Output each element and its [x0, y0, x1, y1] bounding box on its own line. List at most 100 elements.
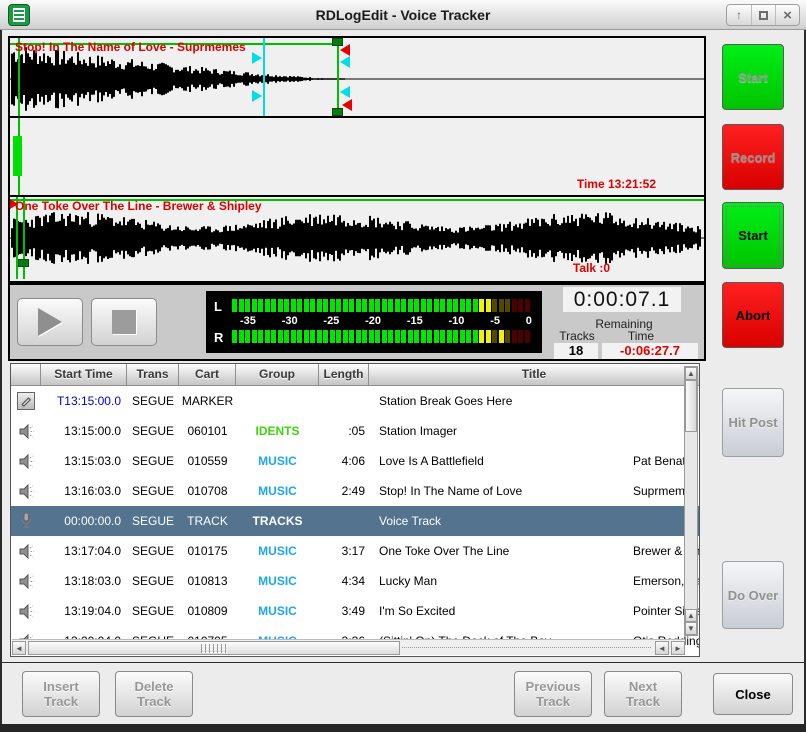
- scroll-right-button[interactable]: ►: [671, 641, 685, 655]
- close-button[interactable]: Close: [713, 673, 793, 715]
- table-row[interactable]: 13:17:04.0 SEGUE 010175 MUSIC 3:17 One T…: [11, 536, 699, 566]
- track1-title: Stop! In The Name of Love - Suprmemes: [15, 40, 246, 54]
- row-type-icon-cell: [11, 596, 41, 626]
- start-handle[interactable]: [18, 259, 29, 267]
- meter-segment: [317, 299, 322, 312]
- button-label: Abort: [736, 308, 771, 323]
- speaker-icon: [18, 423, 35, 440]
- talk-start-handle[interactable]: [252, 52, 262, 64]
- abort-button[interactable]: Abort: [722, 282, 784, 348]
- insert-track-button[interactable]: Insert Track: [22, 671, 100, 717]
- table-row[interactable]: 13:15:00.0 SEGUE 060101 IDENTS :05 Stati…: [11, 416, 699, 446]
- meter-segment: [265, 330, 270, 343]
- speaker-icon: [18, 453, 35, 470]
- scroll-down-button[interactable]: ▼: [685, 622, 697, 635]
- cell-cart: 010809: [179, 596, 236, 626]
- start-marker-handle[interactable]: [10, 199, 18, 209]
- cell-group: MUSIC: [236, 476, 319, 506]
- meter-segment: [369, 299, 374, 312]
- meter-segment: [304, 299, 309, 312]
- cell-trans: SEGUE: [127, 416, 179, 446]
- table-row[interactable]: 13:15:03.0 SEGUE 010559 MUSIC 4:06 Love …: [11, 446, 699, 476]
- shade-button[interactable]: ↑: [727, 5, 751, 25]
- meter-left-label: L: [214, 299, 230, 314]
- header-trans[interactable]: Trans: [127, 364, 179, 386]
- row-type-icon-cell: [11, 386, 41, 416]
- cell-title: I'm So Excited: [369, 596, 623, 626]
- table-row[interactable]: 13:18:03.0 SEGUE 010813 MUSIC 4:34 Lucky…: [11, 566, 699, 596]
- scroll-up-button[interactable]: ▲: [685, 367, 697, 380]
- next-track-button[interactable]: Next Track: [604, 671, 682, 717]
- header-start-time[interactable]: Start Time: [41, 364, 127, 386]
- end-marker-handle[interactable]: [342, 99, 352, 111]
- close-window-button[interactable]: ×: [775, 5, 799, 25]
- table-row[interactable]: 00:00:00.0 SEGUE TRACK TRACKS Voice Trac…: [11, 506, 699, 536]
- bottom-separator: [0, 662, 806, 663]
- meter-row-r: [232, 330, 536, 343]
- talk-end-handle[interactable]: [340, 56, 350, 68]
- waveform-track-2[interactable]: Time 13:21:52: [10, 118, 704, 197]
- scroll-up-button-2[interactable]: ▲: [685, 609, 697, 622]
- previous-track-button[interactable]: Previous Track: [514, 671, 592, 717]
- meter-segment: [382, 330, 387, 343]
- play-icon: [38, 308, 62, 336]
- scroll-left-button[interactable]: ◄: [12, 641, 26, 655]
- track3-title: One Toke Over The Line - Brewer & Shiple…: [15, 199, 262, 213]
- time-label: Time: [614, 329, 668, 343]
- meter-segment: [245, 299, 250, 312]
- end-marker-line: [337, 42, 339, 116]
- talk-marker-line[interactable]: [263, 38, 265, 116]
- delete-track-button[interactable]: Delete Track: [115, 671, 193, 717]
- stop-button[interactable]: [91, 298, 157, 346]
- cell-group: MUSIC: [236, 536, 319, 566]
- header-icon-col[interactable]: [11, 364, 41, 386]
- header-length[interactable]: Length: [319, 364, 369, 386]
- meter-segment: [518, 299, 523, 312]
- vscroll-thumb[interactable]: [685, 380, 697, 432]
- log-table: Start Time Trans Cart Group Length Title…: [10, 363, 700, 657]
- talk-start-handle[interactable]: [252, 90, 262, 102]
- button-label: Record: [731, 150, 776, 165]
- meter-segment: [382, 299, 387, 312]
- meter-scale-label: -20: [365, 315, 381, 327]
- horizontal-scrollbar[interactable]: ◄ ◄ ►: [12, 639, 685, 655]
- meter-segment: [369, 330, 374, 343]
- meter-segment: [310, 330, 315, 343]
- cell-trans: SEGUE: [127, 506, 179, 536]
- play-button[interactable]: [17, 298, 83, 346]
- meter-segment: [284, 299, 289, 312]
- table-row[interactable]: T13:15:00.0 SEGUE MARKER Station Break G…: [11, 386, 699, 416]
- maximize-button[interactable]: [751, 5, 775, 25]
- titlebar[interactable]: RDLogEdit - Voice Tracker ↑ ×: [0, 0, 806, 30]
- meter-segment: [284, 330, 289, 343]
- close-icon: ×: [783, 7, 792, 24]
- table-row[interactable]: 13:19:04.0 SEGUE 010809 MUSIC 3:49 I'm S…: [11, 596, 699, 626]
- row-type-icon-cell: [11, 566, 41, 596]
- meter-segment: [278, 299, 283, 312]
- meter-segment: [317, 330, 322, 343]
- do-over-button[interactable]: Do Over: [722, 561, 784, 629]
- scroll-left-button-2[interactable]: ◄: [655, 641, 669, 655]
- vertical-scrollbar[interactable]: ▲ ▲ ▼: [684, 366, 698, 636]
- meter-segment: [356, 299, 361, 312]
- waveform-track-1[interactable]: Stop! In The Name of Love - Suprmemes: [10, 38, 704, 118]
- meter-segment: [271, 299, 276, 312]
- cell-cart: 010175: [179, 536, 236, 566]
- meter-segment: [447, 299, 452, 312]
- record-button[interactable]: Record: [722, 124, 784, 190]
- waveform-track-3[interactable]: One Toke Over The Line - Brewer & Shiple…: [10, 197, 704, 279]
- meter-segment: [453, 299, 458, 312]
- end-marker-handle[interactable]: [340, 44, 350, 56]
- meter-segment: [466, 330, 471, 343]
- button-label: Start: [738, 70, 768, 85]
- header-cart[interactable]: Cart: [179, 364, 236, 386]
- meter-segment: [258, 330, 263, 343]
- talk-end-handle[interactable]: [340, 86, 350, 98]
- hit-post-button[interactable]: Hit Post: [722, 388, 784, 457]
- hscroll-thumb[interactable]: [28, 641, 400, 655]
- table-row[interactable]: 13:16:03.0 SEGUE 010708 MUSIC 2:49 Stop!…: [11, 476, 699, 506]
- header-group[interactable]: Group: [236, 364, 319, 386]
- header-title[interactable]: Title: [369, 364, 699, 386]
- start-next-button[interactable]: Start: [722, 202, 784, 269]
- start-previous-button[interactable]: Start: [722, 44, 784, 110]
